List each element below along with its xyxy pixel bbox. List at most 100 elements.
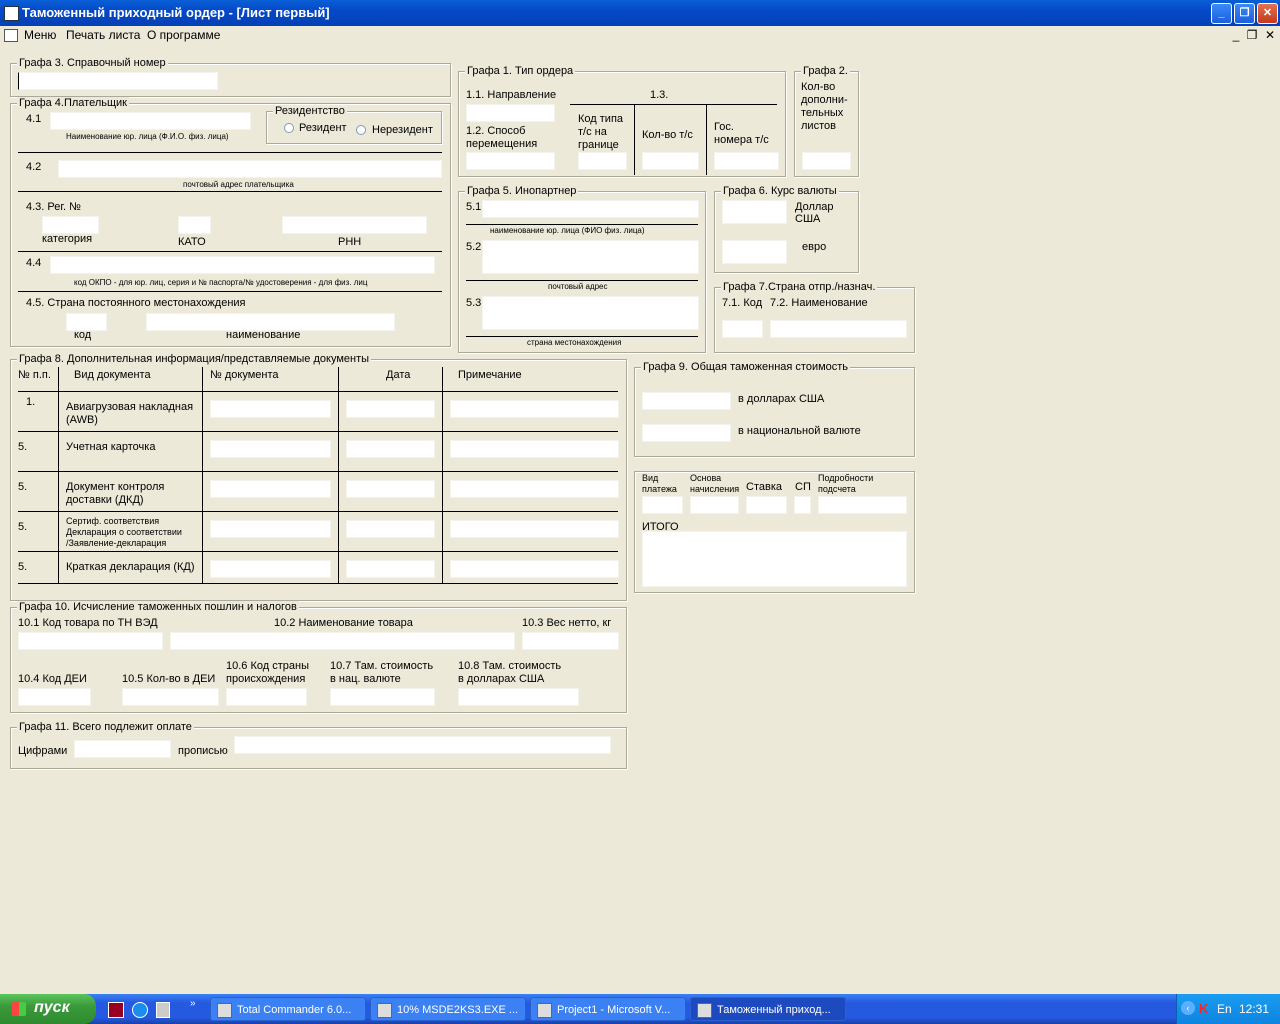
quicklaunch-db-icon[interactable]: [108, 1002, 124, 1018]
origin-country-input[interactable]: [226, 688, 307, 706]
nonresident-radio[interactable]: [356, 125, 366, 135]
chevron-left-icon[interactable]: ‹: [1181, 1001, 1195, 1015]
quicklaunch-app-icon[interactable]: [156, 1002, 170, 1018]
windows-logo-icon: [12, 1002, 26, 1016]
task-total-commander[interactable]: Total Commander 6.0...: [210, 997, 366, 1021]
row-3-date-input[interactable]: [346, 480, 435, 498]
value-national-input[interactable]: [330, 688, 435, 706]
divider: [570, 104, 777, 105]
plates-input[interactable]: [714, 152, 779, 170]
window-title: Таможенный приходный ордер - [Лист первы…: [22, 5, 330, 20]
pay-type-input[interactable]: [642, 496, 683, 514]
resident-radio[interactable]: [284, 123, 294, 133]
row-3-docnum-input[interactable]: [210, 480, 331, 498]
country-code-7-input[interactable]: [722, 320, 763, 338]
partner-name-input[interactable]: [482, 200, 699, 218]
usd-rate-input[interactable]: [722, 200, 787, 224]
resident-label[interactable]: Резидент: [299, 122, 347, 134]
quicklaunch-ie-icon[interactable]: [132, 1002, 148, 1018]
unit-qty-input[interactable]: [122, 688, 219, 706]
total-digits-input[interactable]: [74, 740, 171, 758]
row-2-date-input[interactable]: [346, 440, 435, 458]
title-bar[interactable]: Таможенный приходный ордер - [Лист первы…: [0, 0, 1280, 26]
menu-item-about[interactable]: О программе: [147, 28, 220, 42]
start-button[interactable]: пуск: [0, 994, 96, 1024]
maximize-button[interactable]: ❐: [1234, 3, 1255, 24]
minimize-button[interactable]: _: [1211, 3, 1232, 24]
okpo-input[interactable]: [50, 256, 435, 274]
task-icon: [377, 1003, 392, 1018]
pay-total-textarea[interactable]: [642, 531, 907, 587]
mdi-minimize-button[interactable]: _: [1229, 28, 1243, 42]
country-name-7-input[interactable]: [770, 320, 907, 338]
label-10-8a: 10.8 Там. стоимость: [458, 660, 562, 672]
partner-country-input[interactable]: [482, 296, 699, 330]
direction-input[interactable]: [466, 104, 555, 122]
row-4-note-input[interactable]: [450, 520, 619, 538]
row-2-docnum-input[interactable]: [210, 440, 331, 458]
partner-address-input[interactable]: [482, 240, 699, 274]
pay-details-input[interactable]: [818, 496, 907, 514]
pay-base-input[interactable]: [690, 496, 739, 514]
label-5-1: 5.1: [466, 201, 482, 213]
caption-4-1: Наименование юр. лица (Ф.И.О. физ. лица): [66, 132, 229, 141]
total-usd-input[interactable]: [642, 392, 731, 410]
reference-number-input[interactable]: [18, 72, 218, 90]
pay-sp-input[interactable]: [794, 496, 811, 514]
rnn-input[interactable]: [282, 216, 427, 234]
eur-rate-input[interactable]: [722, 240, 787, 264]
app-icon[interactable]: [4, 6, 19, 21]
row-3-note-input[interactable]: [450, 480, 619, 498]
language-indicator[interactable]: En: [1217, 1002, 1232, 1016]
pay-rate-input[interactable]: [746, 496, 787, 514]
row-4-date-input[interactable]: [346, 520, 435, 538]
pay-rate-header: Ставка: [746, 481, 782, 493]
mdi-close-button[interactable]: ✕: [1263, 28, 1277, 42]
row-1-note-input[interactable]: [450, 400, 619, 418]
row-1-docnum-input[interactable]: [210, 400, 331, 418]
vehicle-qty-input[interactable]: [642, 152, 699, 170]
digits-label: Цифрами: [18, 745, 68, 757]
row-5-docnum-input[interactable]: [210, 560, 331, 578]
row-5-date-input[interactable]: [346, 560, 435, 578]
category-input[interactable]: [42, 216, 99, 234]
row-4-doc-c: /Заявление-декларация: [66, 538, 167, 548]
hs-code-input[interactable]: [18, 632, 163, 650]
total-national-input[interactable]: [642, 424, 731, 442]
menu-item-menu[interactable]: Меню: [24, 28, 56, 42]
kato-input[interactable]: [178, 216, 211, 234]
row-5-note-input[interactable]: [450, 560, 619, 578]
goods-name-input[interactable]: [170, 632, 515, 650]
extra-sheets-input[interactable]: [802, 152, 851, 170]
antivirus-icon[interactable]: K: [1199, 1002, 1211, 1016]
label-10-1: 10.1 Код товара по ТН ВЭД: [18, 617, 158, 629]
total-words-input[interactable]: [234, 736, 611, 754]
clock[interactable]: 12:31: [1239, 1002, 1269, 1016]
mdi-child-icon[interactable]: [4, 29, 18, 42]
row-1-doc-b: (AWB): [66, 414, 98, 426]
task-project1[interactable]: Project1 - Microsoft V...: [530, 997, 686, 1021]
taskbar: пуск » Total Commander 6.0... 10% MSDE2K…: [0, 994, 1280, 1024]
vehicle-type-code-input[interactable]: [578, 152, 627, 170]
unit-code-input[interactable]: [18, 688, 91, 706]
payer-address-input[interactable]: [58, 160, 442, 178]
transfer-method-input[interactable]: [466, 152, 555, 170]
net-weight-input[interactable]: [522, 632, 619, 650]
row-4-docnum-input[interactable]: [210, 520, 331, 538]
close-button[interactable]: ✕: [1257, 3, 1278, 24]
value-usd-input[interactable]: [458, 688, 579, 706]
task-msde[interactable]: 10% MSDE2KS3.EXE ...: [370, 997, 526, 1021]
mdi-restore-button[interactable]: ❐: [1245, 28, 1259, 42]
pay-base-header-a: Основа: [690, 473, 722, 483]
quicklaunch-more-icon[interactable]: »: [190, 998, 196, 1009]
plates-label-a: Гос.: [714, 121, 734, 133]
extra-sheets-label-c: тельных: [801, 107, 844, 119]
nonresident-label[interactable]: Нерезидент: [372, 124, 433, 136]
payer-name-input[interactable]: [50, 112, 251, 130]
task-customs-order[interactable]: Таможенный приход...: [690, 997, 846, 1021]
row-1-date-input[interactable]: [346, 400, 435, 418]
row-2-num: 5.: [18, 441, 28, 453]
menu-item-print[interactable]: Печать листа: [66, 28, 140, 42]
label-1-2a: 1.2. Способ: [466, 125, 526, 137]
row-2-note-input[interactable]: [450, 440, 619, 458]
